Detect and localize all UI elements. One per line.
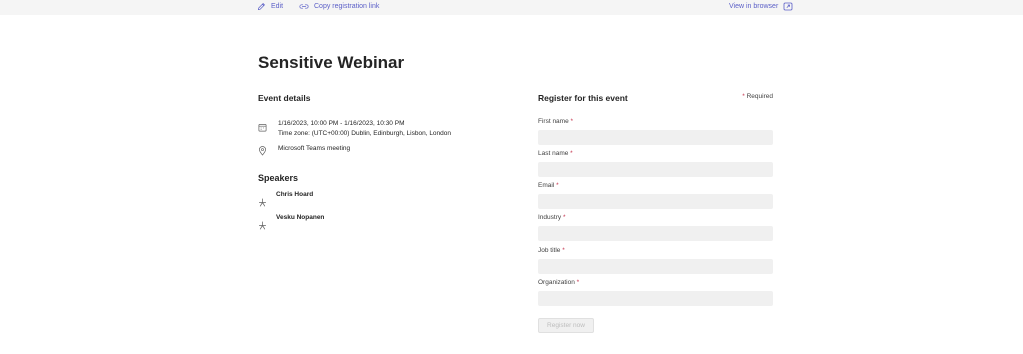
top-toolbar: Edit Copy registration link View in brow… bbox=[0, 0, 1023, 15]
last-name-label-text: Last name bbox=[538, 150, 569, 157]
required-star: * bbox=[576, 279, 580, 286]
register-now-button[interactable]: Register now bbox=[538, 318, 594, 333]
edit-label: Edit bbox=[271, 3, 284, 10]
speaker-icon bbox=[258, 194, 267, 212]
required-star: * bbox=[570, 118, 574, 125]
edit-button[interactable]: Edit bbox=[257, 2, 283, 11]
speaker-name: Vesku Nopanen bbox=[276, 214, 325, 221]
first-name-label-text: First name bbox=[538, 118, 569, 125]
register-heading: Register for this event bbox=[538, 93, 628, 103]
event-location: Microsoft Teams meeting bbox=[278, 145, 351, 152]
required-note: * Required bbox=[742, 93, 773, 100]
event-details-heading: Event details bbox=[258, 93, 311, 103]
copy-link-label: Copy registration link bbox=[314, 3, 380, 10]
required-star: * bbox=[562, 247, 565, 254]
job-title-input[interactable] bbox=[538, 259, 773, 274]
email-label: Email * bbox=[538, 182, 559, 189]
view-in-browser-button[interactable]: View in browser bbox=[729, 2, 793, 11]
location-icon bbox=[258, 143, 267, 161]
last-name-label: Last name * bbox=[538, 150, 573, 157]
view-in-browser-label: View in browser bbox=[729, 3, 779, 10]
organization-label: Organization * bbox=[538, 279, 579, 286]
job-title-label-text: Job title bbox=[538, 247, 561, 254]
first-name-input[interactable] bbox=[538, 130, 773, 145]
email-input[interactable] bbox=[538, 194, 773, 209]
job-title-label: Job title * bbox=[538, 247, 565, 254]
industry-label: Industry * bbox=[538, 214, 565, 221]
first-name-label: First name * bbox=[538, 118, 573, 125]
required-text: Required bbox=[746, 93, 773, 100]
event-time-zone: Time zone: (UTC+00:00) Dublin, Edinburgh… bbox=[278, 130, 452, 137]
required-star: * bbox=[556, 182, 559, 189]
event-date-range: 1/16/2023, 10:00 PM - 1/16/2023, 10:30 P… bbox=[278, 120, 405, 127]
email-label-text: Email bbox=[538, 182, 555, 189]
page-title: Sensitive Webinar bbox=[258, 53, 405, 72]
copy-registration-link-button[interactable]: Copy registration link bbox=[299, 2, 379, 11]
speakers-heading: Speakers bbox=[258, 173, 299, 183]
organization-label-text: Organization bbox=[538, 279, 575, 286]
industry-label-text: Industry bbox=[538, 214, 562, 221]
pencil-icon bbox=[257, 2, 266, 11]
link-icon bbox=[299, 2, 309, 11]
last-name-input[interactable] bbox=[538, 162, 773, 177]
organization-input[interactable] bbox=[538, 291, 773, 306]
speaker-icon bbox=[258, 217, 267, 235]
speaker-name: Chris Hoard bbox=[276, 191, 314, 198]
required-star: * bbox=[570, 150, 573, 157]
industry-input[interactable] bbox=[538, 226, 773, 241]
open-in-browser-icon bbox=[783, 2, 793, 11]
calendar-icon bbox=[258, 119, 267, 137]
required-star: * bbox=[562, 214, 566, 221]
required-star: * bbox=[742, 93, 745, 100]
